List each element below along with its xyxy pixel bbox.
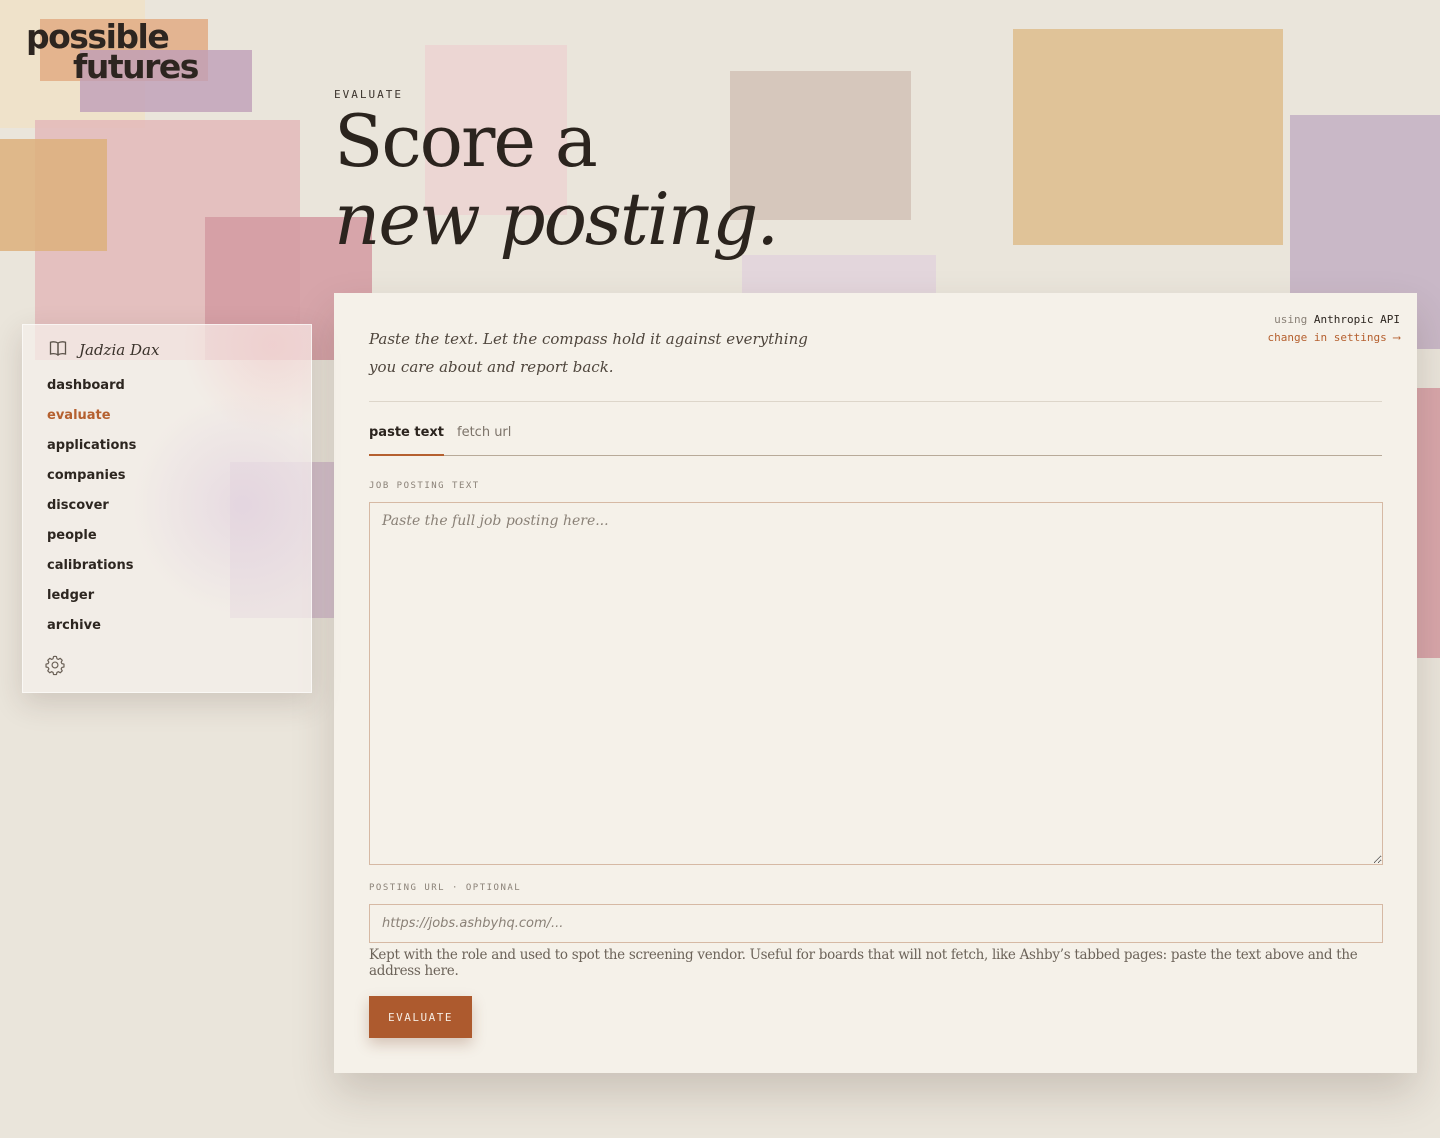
sidebar-nav: dashboard evaluate applications companie… xyxy=(47,375,136,645)
page-title-line-1: Score a xyxy=(334,99,598,183)
divider xyxy=(369,401,1382,402)
sidebar-item-calibrations[interactable]: calibrations xyxy=(47,555,136,585)
tab-paste-text[interactable]: paste text xyxy=(369,425,445,456)
job-posting-textarea[interactable] xyxy=(369,502,1383,865)
bg-block xyxy=(1013,29,1283,245)
bg-block xyxy=(1417,388,1440,658)
sidebar-item-companies[interactable]: companies xyxy=(47,465,136,495)
posting-url-label: POSTING URL · OPTIONAL xyxy=(369,883,522,893)
tab-fetch-url[interactable]: fetch url xyxy=(457,425,511,454)
input-mode-tabs: paste text fetch url xyxy=(369,417,1382,456)
sidebar-item-ledger[interactable]: ledger xyxy=(47,585,136,615)
posting-url-input[interactable] xyxy=(369,904,1383,943)
sidebar-item-people[interactable]: people xyxy=(47,525,136,555)
brand-line-2: futures xyxy=(73,47,199,87)
change-in-settings-link[interactable]: change in settings ⟶ xyxy=(1268,329,1400,347)
bg-block xyxy=(742,255,936,295)
sidebar-item-dashboard[interactable]: dashboard xyxy=(47,375,136,405)
api-provider-info: using Anthropic API change in settings ⟶ xyxy=(1268,311,1400,347)
job-posting-label: JOB POSTING TEXT xyxy=(369,481,480,491)
bg-block xyxy=(0,139,107,251)
sidebar-item-applications[interactable]: applications xyxy=(47,435,136,465)
api-using-label: using xyxy=(1274,313,1308,326)
page-title-line-2: new posting. xyxy=(334,177,779,261)
sidebar-item-archive[interactable]: archive xyxy=(47,615,136,645)
user-profile[interactable]: Jadzia Dax xyxy=(49,340,159,360)
intro-text: Paste the text. Let the compass hold it … xyxy=(369,330,808,376)
brand-logo[interactable]: possible futures xyxy=(26,20,199,87)
gear-icon[interactable] xyxy=(44,654,66,680)
book-icon xyxy=(49,340,67,360)
evaluate-button[interactable]: EVALUATE xyxy=(369,996,472,1038)
api-provider-name: Anthropic API xyxy=(1313,313,1400,326)
sidebar: Jadzia Dax dashboard evaluate applicatio… xyxy=(22,324,312,693)
sidebar-item-evaluate[interactable]: evaluate xyxy=(47,405,136,435)
evaluate-card: using Anthropic API change in settings ⟶… xyxy=(334,293,1417,1073)
user-name: Jadzia Dax xyxy=(79,341,160,359)
page-title: Score a new posting. xyxy=(334,99,779,261)
sidebar-item-discover[interactable]: discover xyxy=(47,495,136,525)
posting-url-help: Kept with the role and used to spot the … xyxy=(369,947,1358,979)
